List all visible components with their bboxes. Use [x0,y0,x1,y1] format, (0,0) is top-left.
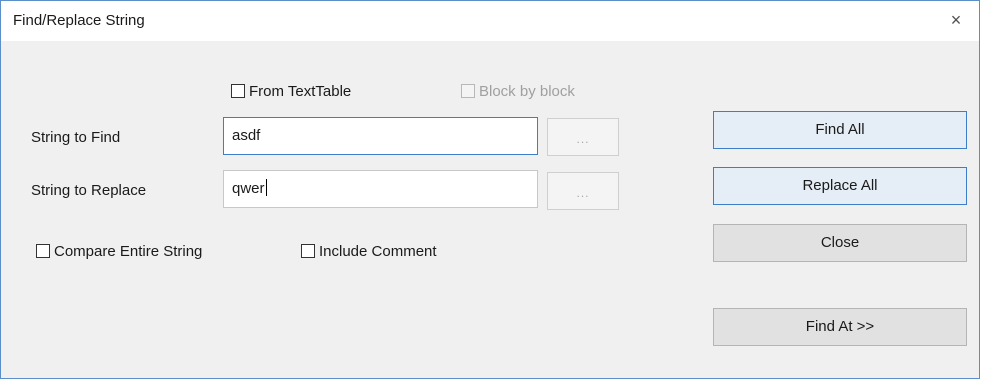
checkbox-box[interactable] [231,84,245,98]
from-texttable-label: From TextTable [249,82,352,100]
include-comment-checkbox[interactable]: Include Comment [301,241,437,261]
compare-entire-string-checkbox[interactable]: Compare Entire String [36,241,202,261]
checkbox-box[interactable] [36,244,50,258]
find-replace-dialog: Find/Replace String × From TextTable Blo… [0,0,980,379]
find-input[interactable]: asdf [223,117,538,155]
find-input-value: asdf [232,127,261,144]
from-texttable-checkbox[interactable]: From TextTable [231,81,351,101]
find-at-button[interactable]: Find At >> [713,308,967,346]
checkbox-box [461,84,475,98]
close-icon[interactable]: × [941,5,971,35]
text-caret [265,179,267,196]
replace-input[interactable]: qwer [223,170,538,208]
find-browse-button[interactable]: ... [547,118,619,156]
string-to-replace-label: String to Replace [31,182,147,199]
checkbox-box[interactable] [301,244,315,258]
block-by-block-checkbox: Block by block [461,81,575,101]
replace-all-button[interactable]: Replace All [713,167,967,205]
block-by-block-label: Block by block [479,82,575,100]
close-button[interactable]: Close [713,224,967,262]
compare-entire-string-label: Compare Entire String [54,242,203,260]
replace-input-value: qwer [232,180,265,197]
include-comment-label: Include Comment [319,242,437,260]
find-all-button[interactable]: Find All [713,111,967,149]
title-bar: Find/Replace String × [1,1,979,41]
string-to-find-label: String to Find [31,129,121,146]
dialog-title: Find/Replace String [13,12,145,29]
replace-browse-button[interactable]: ... [547,172,619,210]
